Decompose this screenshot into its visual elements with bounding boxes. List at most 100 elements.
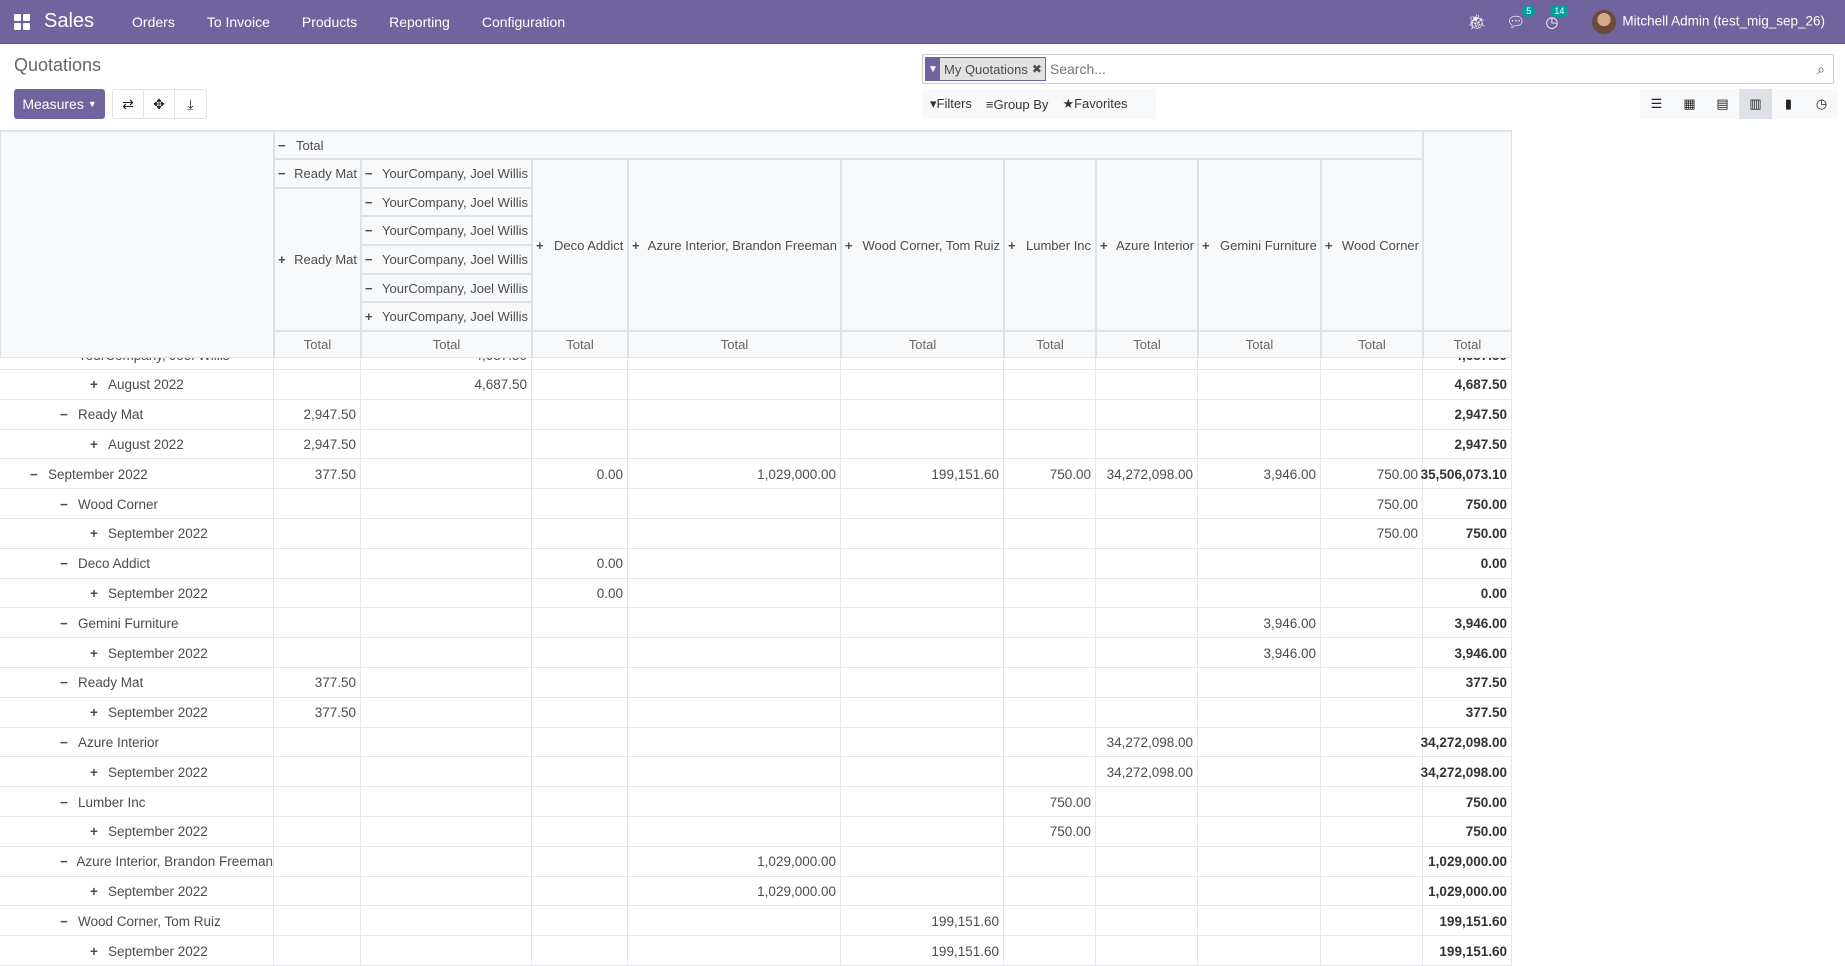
value-cell[interactable] (1198, 876, 1321, 907)
value-cell[interactable] (628, 906, 841, 937)
value-cell[interactable] (841, 548, 1004, 579)
measure-header[interactable]: Total (628, 331, 841, 358)
row-header[interactable]: + September 2022 (0, 936, 274, 966)
value-cell[interactable] (628, 518, 841, 549)
value-cell[interactable] (841, 816, 1004, 847)
graph-view-icon[interactable]: ▮ (1772, 89, 1805, 119)
value-cell[interactable]: 3,946.00 (1198, 638, 1321, 668)
expand-all-icon[interactable]: ✥ (144, 90, 175, 118)
col-header-customer[interactable]: + Gemini Furniture (1198, 159, 1321, 331)
measure-header[interactable]: Total (1198, 331, 1321, 358)
value-cell[interactable]: 199,151.60 (841, 459, 1004, 490)
col-header-yourcompany[interactable]: + YourCompany, Joel Willis (361, 302, 532, 331)
row-header[interactable]: + September 2022 (0, 578, 274, 609)
value-cell[interactable] (1321, 399, 1423, 430)
value-cell[interactable] (628, 548, 841, 579)
measure-header[interactable]: Total (1423, 331, 1512, 358)
value-cell[interactable] (1096, 906, 1198, 937)
download-icon[interactable]: ⤓ (175, 90, 206, 118)
value-cell[interactable]: 750.00 (1004, 787, 1096, 817)
row-total-cell[interactable]: 0.00 (1423, 548, 1512, 579)
value-cell[interactable] (1004, 936, 1096, 966)
value-cell[interactable] (841, 369, 1004, 400)
row-header[interactable]: + September 2022 (0, 518, 274, 549)
value-cell[interactable]: 199,151.60 (841, 936, 1004, 966)
col-header-yourcompany[interactable]: − YourCompany, Joel Willis (361, 274, 532, 302)
value-cell[interactable] (1321, 876, 1423, 907)
value-cell[interactable]: 377.50 (274, 667, 361, 698)
value-cell[interactable] (1321, 757, 1423, 788)
value-cell[interactable] (274, 846, 361, 877)
value-cell[interactable] (1004, 876, 1096, 907)
row-header[interactable]: − September 2022 (0, 459, 274, 490)
menu-reporting[interactable]: Reporting (389, 14, 450, 30)
value-cell[interactable] (1198, 936, 1321, 966)
value-cell[interactable] (1198, 816, 1321, 847)
value-cell[interactable] (361, 906, 532, 937)
value-cell[interactable]: 1,029,000.00 (628, 846, 841, 877)
value-cell[interactable] (274, 787, 361, 817)
row-header[interactable]: − Wood Corner, Tom Ruiz (0, 906, 274, 937)
value-cell[interactable] (628, 936, 841, 966)
row-total-cell[interactable]: 35,506,073.10 (1421, 459, 1512, 490)
value-cell[interactable] (628, 429, 841, 460)
row-total-cell[interactable]: 2,947.50 (1423, 399, 1512, 430)
value-cell[interactable] (1004, 489, 1096, 519)
row-header[interactable]: − Gemini Furniture (0, 608, 274, 639)
value-cell[interactable] (1096, 936, 1198, 966)
row-total-cell[interactable]: 1,029,000.00 (1423, 846, 1512, 877)
value-cell[interactable] (532, 757, 628, 788)
row-total-cell[interactable]: 4,687.50 (1423, 369, 1512, 400)
value-cell[interactable] (1096, 787, 1198, 817)
value-cell[interactable] (274, 578, 361, 609)
measure-header[interactable]: Total (841, 331, 1004, 358)
value-cell[interactable] (361, 399, 532, 430)
value-cell[interactable] (274, 608, 361, 639)
user-menu[interactable]: Mitchell Admin (test_mig_sep_26) (1592, 10, 1825, 34)
value-cell[interactable] (1198, 518, 1321, 549)
measure-header[interactable]: Total (274, 331, 361, 358)
col-header-customer[interactable]: + Wood Corner (1321, 159, 1423, 331)
value-cell[interactable] (1321, 936, 1423, 966)
value-cell[interactable] (1096, 816, 1198, 847)
value-cell[interactable] (1004, 667, 1096, 698)
value-cell[interactable] (1004, 429, 1096, 460)
col-header-yourcompany[interactable]: − YourCompany, Joel Willis (361, 216, 532, 245)
value-cell[interactable] (274, 936, 361, 966)
row-total-cell[interactable]: 750.00 (1423, 787, 1512, 817)
row-total-cell[interactable]: 377.50 (1423, 667, 1512, 698)
value-cell[interactable] (1096, 369, 1198, 400)
value-cell[interactable] (1096, 578, 1198, 609)
search-input[interactable] (1045, 61, 1818, 77)
value-cell[interactable] (1321, 638, 1423, 668)
row-total-cell[interactable]: 377.50 (1423, 697, 1512, 728)
value-cell[interactable] (628, 638, 841, 668)
value-cell[interactable] (1321, 727, 1423, 758)
row-header[interactable]: − Deco Addict (0, 548, 274, 579)
row-header[interactable]: − Ready Mat (0, 667, 274, 698)
value-cell[interactable] (628, 667, 841, 698)
value-cell[interactable] (1321, 578, 1423, 609)
row-total-cell[interactable]: 0.00 (1423, 578, 1512, 609)
row-header[interactable]: − Lumber Inc (0, 787, 274, 817)
row-total-cell[interactable]: 2,947.50 (1423, 429, 1512, 460)
col-header-customer[interactable]: + Wood Corner, Tom Ruiz (841, 159, 1004, 331)
row-total-cell[interactable]: 750.00 (1423, 816, 1512, 847)
value-cell[interactable] (1096, 489, 1198, 519)
pivot-view-icon[interactable]: ▥ (1739, 89, 1772, 119)
row-total-cell[interactable]: 1,029,000.00 (1423, 876, 1512, 907)
value-cell[interactable] (274, 489, 361, 519)
value-cell[interactable] (841, 787, 1004, 817)
value-cell[interactable] (532, 697, 628, 728)
list-view-icon[interactable]: ☰ (1640, 89, 1673, 119)
col-header-total[interactable]: − Total (274, 131, 1423, 159)
value-cell[interactable] (628, 369, 841, 400)
value-cell[interactable] (1198, 489, 1321, 519)
value-cell[interactable] (841, 578, 1004, 609)
value-cell[interactable]: 3,946.00 (1198, 608, 1321, 639)
value-cell[interactable] (532, 816, 628, 847)
row-header[interactable]: − Azure Interior, Brandon Freeman (0, 846, 274, 877)
value-cell[interactable] (1096, 846, 1198, 877)
row-header[interactable]: + September 2022 (0, 816, 274, 847)
value-cell[interactable] (1321, 429, 1423, 460)
